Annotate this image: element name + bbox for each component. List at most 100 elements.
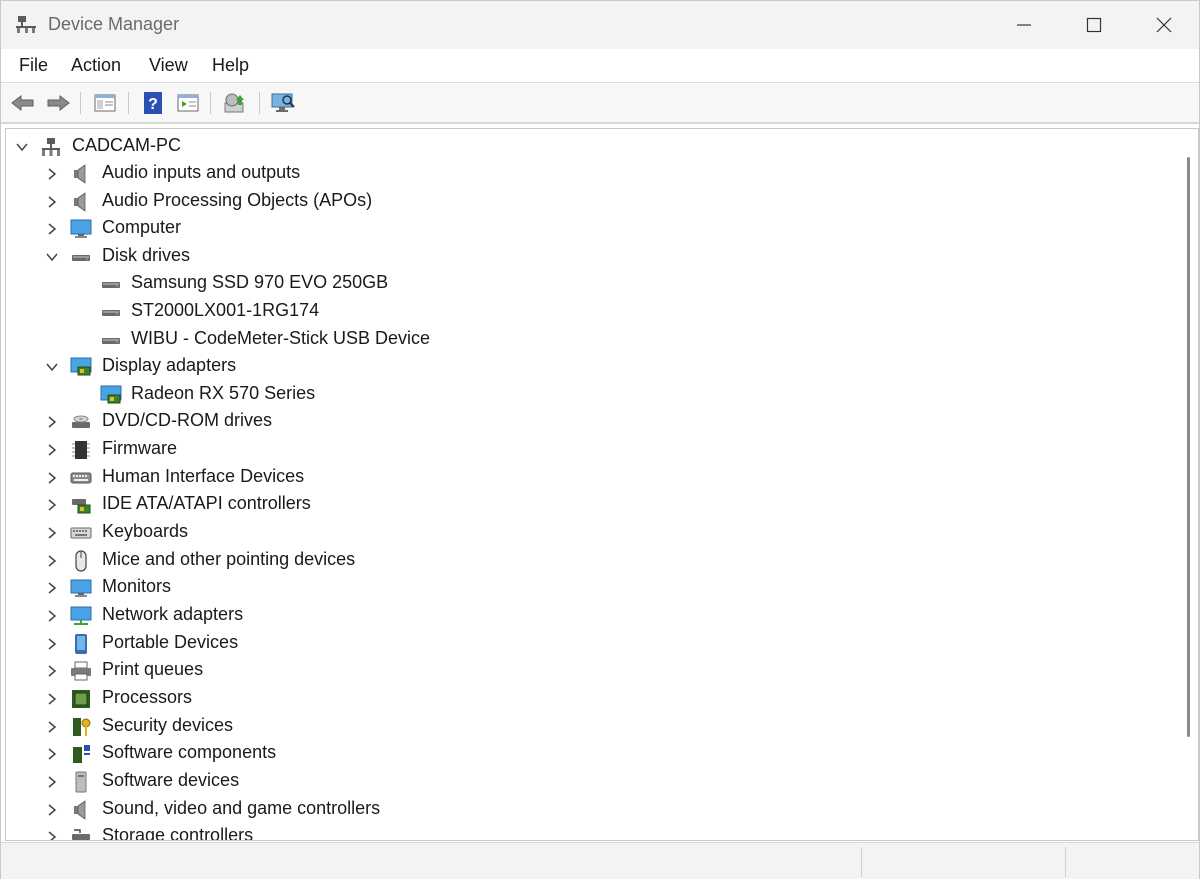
tree-item[interactable]: Portable Devices (6, 630, 1166, 657)
chevron-right-icon[interactable] (44, 691, 60, 707)
status-cell (1065, 847, 1199, 877)
disk-drive-icon (102, 282, 120, 288)
tree-item[interactable]: Display adapters (6, 353, 1166, 380)
toolbar-separator (128, 92, 129, 114)
tree-item[interactable]: Processors (6, 685, 1166, 712)
chevron-right-icon[interactable] (44, 636, 60, 652)
tree-item[interactable]: Audio inputs and outputs (6, 160, 1166, 187)
tree-item[interactable]: Disk drives (6, 243, 1166, 270)
tree-item-label: IDE ATA/ATAPI controllers (102, 493, 311, 513)
back-arrow-icon (11, 94, 34, 112)
tree-item[interactable]: Human Interface Devices (6, 464, 1166, 491)
tree-item[interactable]: Keyboards (6, 519, 1166, 546)
tree-child-item[interactable]: WIBU - CodeMeter-Stick USB Device (6, 326, 1166, 353)
action-pane-button[interactable] (174, 90, 202, 116)
display-adapter-icon (70, 357, 92, 376)
scan-hardware-icon (271, 93, 295, 112)
tree-item[interactable]: Storage controllers (6, 823, 1166, 841)
tree-child-item[interactable]: ST2000LX001-1RG174 (6, 298, 1166, 325)
maximize-button[interactable] (1059, 1, 1129, 49)
chevron-right-icon[interactable] (44, 829, 60, 841)
printer-icon (71, 661, 91, 681)
chevron-right-icon[interactable] (44, 663, 60, 679)
back-button[interactable] (9, 90, 37, 116)
tree-item[interactable]: IDE ATA/ATAPI controllers (6, 491, 1166, 518)
tree-item-label: Mice and other pointing devices (102, 549, 356, 569)
tree-item-label: Print queues (102, 659, 204, 679)
tree-item[interactable]: Security devices (6, 713, 1166, 740)
processor-icon (72, 690, 90, 708)
toolbar-separator (80, 92, 81, 114)
tree-item[interactable]: Software components (6, 740, 1166, 767)
tree-item[interactable]: Firmware (6, 436, 1166, 463)
tree-item-label: DVD/CD-ROM drives (102, 410, 273, 430)
tree-item[interactable]: Audio Processing Objects (APOs) (6, 188, 1166, 215)
ide-controller-icon (72, 499, 91, 514)
computer-icon (70, 219, 92, 238)
help-button[interactable]: ? (139, 90, 167, 116)
tree-item[interactable]: Computer (6, 215, 1166, 242)
chevron-down-icon[interactable] (44, 249, 60, 265)
chevron-right-icon[interactable] (44, 497, 60, 513)
device-tree[interactable]: CADCAM-PC Audio inputs and outputs Audio… (5, 128, 1199, 841)
maximize-icon (1086, 17, 1102, 33)
firmware-chip-icon (72, 441, 90, 459)
tree-item-label: Samsung SSD 970 EVO 250GB (131, 272, 389, 292)
chevron-right-icon[interactable] (44, 470, 60, 486)
tree-child-item[interactable]: Radeon RX 570 Series (6, 381, 1166, 408)
chevron-right-icon[interactable] (44, 525, 60, 541)
tree-item-label: Portable Devices (102, 632, 239, 652)
chevron-right-icon[interactable] (44, 719, 60, 735)
show-hide-console-tree-button[interactable] (91, 90, 119, 116)
tree-item[interactable]: Monitors (6, 574, 1166, 601)
forward-button[interactable] (44, 90, 72, 116)
chevron-right-icon[interactable] (44, 553, 60, 569)
tree-item-label: Storage controllers (102, 825, 254, 841)
tree-item-label: Monitors (102, 576, 172, 596)
chevron-right-icon[interactable] (44, 221, 60, 237)
menu-help[interactable]: Help (210, 55, 251, 76)
tree-item[interactable]: Print queues (6, 657, 1166, 684)
tree-item-label: Network adapters (102, 604, 244, 624)
minimize-button[interactable] (989, 1, 1059, 49)
tree-child-item[interactable]: Samsung SSD 970 EVO 250GB (6, 270, 1166, 297)
tree-item[interactable]: Software devices (6, 768, 1166, 795)
chevron-right-icon[interactable] (44, 608, 60, 624)
chevron-down-icon[interactable] (14, 139, 30, 155)
menu-view[interactable]: View (147, 55, 190, 76)
chevron-down-icon[interactable] (44, 359, 60, 375)
monitor-icon (70, 579, 92, 597)
network-adapter-icon (70, 606, 92, 625)
close-icon (1156, 17, 1172, 33)
disk-drive-icon (102, 310, 120, 316)
tree-item[interactable]: Sound, video and game controllers (6, 796, 1166, 823)
chevron-right-icon[interactable] (44, 746, 60, 762)
chevron-right-icon[interactable] (44, 802, 60, 818)
title-bar[interactable]: Device Manager (1, 1, 1199, 49)
tree-root[interactable]: CADCAM-PC (6, 133, 1166, 160)
display-adapter-icon (100, 385, 122, 404)
tree-item[interactable]: Mice and other pointing devices (6, 547, 1166, 574)
chevron-right-icon[interactable] (44, 580, 60, 596)
tree-item-label: Software components (102, 742, 277, 762)
tree-item[interactable]: Network adapters (6, 602, 1166, 629)
scrollbar-thumb[interactable] (1187, 157, 1190, 737)
chevron-right-icon[interactable] (44, 166, 60, 182)
tree-item[interactable]: DVD/CD-ROM drives (6, 408, 1166, 435)
chevron-right-icon[interactable] (44, 442, 60, 458)
software-device-icon (75, 771, 87, 793)
menu-file[interactable]: File (17, 55, 50, 76)
tree-item-label: Audio inputs and outputs (102, 162, 301, 182)
chevron-right-icon[interactable] (44, 194, 60, 210)
device-manager-icon (16, 16, 36, 33)
tree-item-label: ST2000LX001-1RG174 (131, 300, 320, 320)
menu-action[interactable]: Action (69, 55, 123, 76)
toolbar: ? (1, 84, 1199, 124)
tree-item-label: Security devices (102, 715, 234, 735)
chevron-right-icon[interactable] (44, 414, 60, 430)
close-button[interactable] (1129, 1, 1199, 49)
scan-hardware-button[interactable] (269, 90, 297, 116)
chevron-right-icon[interactable] (44, 774, 60, 790)
update-driver-button[interactable] (221, 90, 249, 116)
vertical-scrollbar[interactable] (1178, 129, 1198, 840)
